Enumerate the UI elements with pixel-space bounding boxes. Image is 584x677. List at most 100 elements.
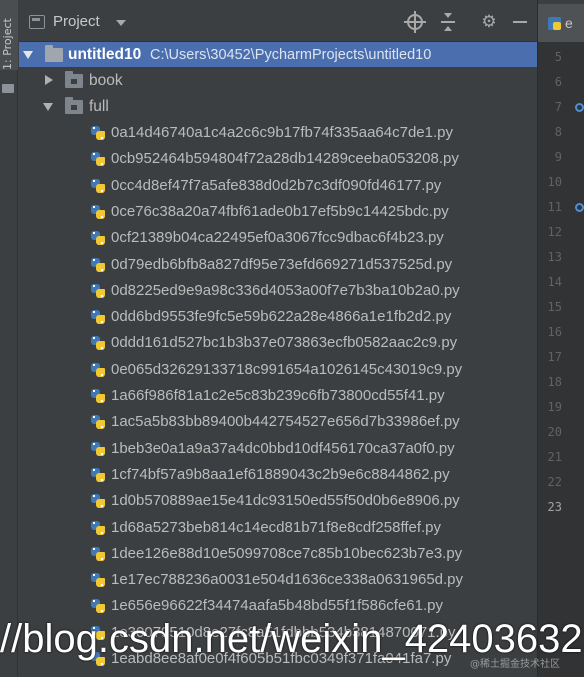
hide-minus-icon (510, 12, 530, 32)
file-name: 0cf21389b04ca22495ef0a3067fcc9dbac6f4b23… (111, 229, 444, 247)
editor-tab-bar: e (538, 0, 584, 42)
python-file-icon (90, 309, 106, 325)
file-row[interactable]: 1ac5a5b83bb89400b442754527e656d7b33986ef… (19, 409, 537, 435)
folder-name: book (89, 72, 123, 89)
python-file-icon (548, 17, 561, 30)
python-file-icon (90, 441, 106, 457)
line-number: 22 (547, 475, 562, 489)
python-file-icon (90, 335, 106, 351)
root-folder-name: untitled10 (68, 46, 142, 63)
locate-button[interactable] (404, 11, 426, 33)
file-row[interactable]: 1d0b570889ae15e41dc93150ed55f50d0b6e8906… (19, 488, 537, 514)
python-file-icon (90, 520, 106, 536)
breakpoint-icon[interactable] (575, 103, 584, 112)
file-name: 0e065d32629133718c991654a1026145c43019c9… (111, 360, 463, 378)
line-number: 5 (554, 50, 562, 64)
file-name: 1e17ec788236a0031e504d1636ce338a0631965d… (111, 571, 464, 589)
file-row[interactable]: 0cc4d8ef47f7a5afe838d0d2b7c3df090fd46177… (19, 173, 537, 199)
python-file-icon (90, 493, 106, 509)
locate-icon (404, 11, 426, 33)
line-number: 12 (547, 225, 562, 239)
line-number: 8 (554, 125, 562, 139)
editor-gutter: e 5 6 7 8 9 10 11 12 13 14 15 16 17 18 19 20 21 22 23 (537, 0, 584, 677)
python-file-icon (90, 151, 106, 167)
python-file-icon (90, 257, 106, 273)
file-name: 0d79edb6bfb8a827df95e73efd669271d537525d… (111, 255, 453, 273)
file-name: 1d68a5273beb814c14ecd81b71f8e8cdf258ffef… (111, 518, 442, 536)
python-file-icon (90, 362, 106, 378)
chevron-down-icon[interactable] (116, 20, 126, 26)
file-row[interactable]: 0dd6bd9553fe9fc5e59b622a28e4866a1e1fb2d2… (19, 304, 537, 330)
line-number: 10 (547, 175, 562, 189)
line-number: 11 (547, 200, 562, 214)
python-file-icon (90, 546, 106, 562)
python-file-icon (90, 572, 106, 588)
line-number: 9 (554, 150, 562, 164)
settings-button[interactable]: ⚙ (479, 12, 499, 32)
line-number: 14 (547, 275, 562, 289)
file-name: 0a14d46740a1c4a2c6c9b17fb74f335aa64c7de1… (111, 124, 453, 141)
file-row[interactable]: 1beb3e0a1a9a37a4dc0bbd10df456170ca37a0f0… (19, 436, 537, 462)
python-file-icon (90, 230, 106, 246)
project-window-icon (29, 15, 45, 29)
file-row[interactable]: 0cb952464b594804f72a28db14289ceeba053208… (19, 146, 537, 172)
python-file-icon (90, 467, 106, 483)
file-name: 0cc4d8ef47f7a5afe838d0d2b7c3df090fd46177… (111, 176, 442, 194)
file-row[interactable]: 0e065d32629133718c991654a1026145c43019c9… (19, 357, 537, 383)
file-row[interactable]: 1e656e96622f34474aafa5b48bd55f1f586cfe61… (19, 593, 537, 619)
line-number: 18 (547, 375, 562, 389)
tree-root-row[interactable]: untitled10 C:\Users\30452\PycharmProject… (19, 42, 537, 67)
file-row[interactable]: 0ddd161d527bc1b3b37e073863ecfb0582aac2c9… (19, 330, 537, 356)
file-row[interactable]: 1d68a5273beb814c14ecd81b71f8e8cdf258ffef… (19, 515, 537, 541)
line-number: 21 (547, 450, 562, 464)
project-tool-tab[interactable]: 1: Project (0, 0, 18, 70)
python-file-icon (90, 414, 106, 430)
collapse-all-button[interactable] (438, 12, 458, 32)
collapse-arrow-icon[interactable] (23, 51, 33, 59)
line-number: 13 (547, 250, 562, 264)
folder-icon (45, 45, 63, 62)
folder-icon (2, 84, 14, 93)
file-name: 1dee126e88d10e5099708ce7c85b10bec623b7e3… (111, 544, 463, 562)
file-row[interactable]: 0ce76c38a20a74fbf61ade0b17ef5b9c14425bdc… (19, 199, 537, 225)
project-tool-tab-label: 1: Project (1, 18, 14, 70)
collapse-arrow-icon[interactable] (43, 103, 53, 111)
tree-folder-row[interactable]: full (19, 94, 537, 120)
line-number: 15 (547, 300, 562, 314)
folder-icon (65, 97, 83, 114)
file-name: 1ac5a5b83bb89400b442754527e656d7b33986ef… (111, 413, 460, 431)
file-name: 0ddd161d527bc1b3b37e073863ecfb0582aac2c9… (111, 334, 458, 352)
collapse-all-icon (438, 12, 458, 32)
line-number: 19 (547, 400, 562, 414)
file-row[interactable]: 0cf21389b04ca22495ef0a3067fcc9dbac6f4b23… (19, 225, 537, 251)
file-name: 0cb952464b594804f72a28db14289ceeba053208… (111, 150, 459, 168)
file-name: 1d0b570889ae15e41dc93150ed55f50d0b6e8906… (111, 492, 460, 510)
python-file-icon (90, 204, 106, 220)
file-row[interactable]: 1dee126e88d10e5099708ce7c85b10bec623b7e3… (19, 541, 537, 567)
file-row[interactable]: 0d8225ed9e9a98c336d4053a00f7e7b3ba10b2a0… (19, 278, 537, 304)
project-view-selector[interactable]: Project (53, 13, 100, 30)
python-file-icon (90, 178, 106, 194)
python-file-icon (90, 598, 106, 614)
file-row[interactable]: 0a14d46740a1c4a2c6c9b17fb74f335aa64c7de1… (19, 120, 537, 146)
folder-name: full (89, 98, 109, 115)
editor-tab[interactable]: e (538, 4, 584, 42)
tree-folder-row[interactable]: book (19, 68, 537, 94)
project-panel-header: Project ⚙ (19, 0, 537, 42)
editor-tab-label: e (565, 15, 573, 31)
file-row[interactable]: 1e17ec788236a0031e504d1636ce338a0631965d… (19, 567, 537, 593)
line-number: 17 (547, 350, 562, 364)
hide-button[interactable] (510, 12, 530, 32)
file-row[interactable]: 1a66f986f81a1c2e5c83b239c6fb73800cd55f41… (19, 383, 537, 409)
python-file-icon (90, 388, 106, 404)
file-row[interactable]: 0d79edb6bfb8a827df95e73efd669271d537525d… (19, 252, 537, 278)
line-number: 7 (554, 100, 562, 114)
settings-gear-icon: ⚙ (481, 12, 497, 32)
file-name: 0dd6bd9553fe9fc5e59b622a28e4866a1e1fb2d2… (111, 308, 452, 326)
line-number: 20 (547, 425, 562, 439)
expand-arrow-icon[interactable] (45, 75, 53, 85)
file-name: 1a66f986f81a1c2e5c83b239c6fb73800cd55f41… (111, 387, 445, 404)
breakpoint-icon[interactable] (575, 203, 584, 212)
project-panel: Project ⚙ untitled10 C:\Users\30452\Pych… (19, 0, 537, 677)
file-row[interactable]: 1cf74bf57a9b8aa1ef61889043c2b9e6c8844862… (19, 462, 537, 488)
